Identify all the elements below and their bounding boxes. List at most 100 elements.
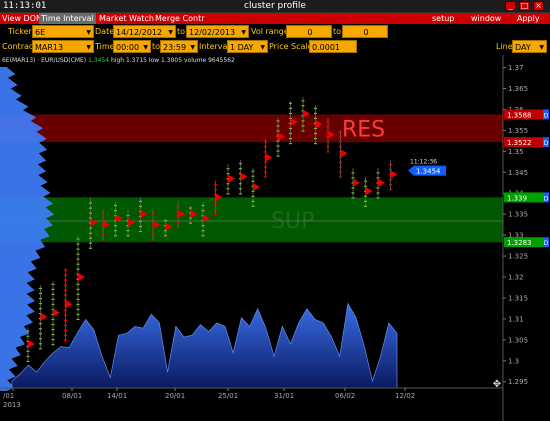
cluster-cell bbox=[376, 177, 380, 179]
cluster-cell bbox=[326, 126, 330, 128]
cluster-cell bbox=[39, 292, 42, 295]
cluster-cell bbox=[176, 206, 180, 208]
cluster-cell bbox=[26, 350, 30, 352]
cluster-cell bbox=[76, 258, 80, 260]
cluster-cell bbox=[364, 180, 367, 182]
cluster-cell bbox=[226, 193, 230, 195]
cluster-cell bbox=[214, 209, 217, 211]
price-tick-label: 1.31 bbox=[508, 315, 524, 323]
menu-merge-contr[interactable]: Merge Contr bbox=[153, 13, 207, 24]
vol-from-value: 0 bbox=[307, 28, 313, 37]
cluster-cell bbox=[226, 173, 230, 175]
pricescale-input[interactable]: 0.0001 bbox=[309, 40, 357, 53]
cluster-cell bbox=[39, 307, 42, 310]
cluster-cell bbox=[339, 131, 342, 133]
maximize-button[interactable]: □ bbox=[519, 1, 530, 11]
cluster-cell bbox=[51, 328, 55, 331]
cluster-cell bbox=[89, 212, 92, 214]
last-price-text: 1.3454 bbox=[88, 57, 110, 64]
chevron-down-icon: ▼ bbox=[190, 44, 195, 51]
cluster-cell bbox=[351, 177, 355, 179]
cluster-cell bbox=[89, 217, 92, 219]
line-select[interactable]: DAY ▼ bbox=[512, 40, 547, 53]
cluster-cell bbox=[126, 215, 130, 217]
menu-setup[interactable]: setup bbox=[430, 13, 456, 24]
cluster-cell bbox=[314, 132, 317, 135]
cluster-cell bbox=[51, 344, 55, 346]
cluster-cell bbox=[289, 137, 292, 140]
menu-time-interval[interactable]: Time Interval bbox=[39, 13, 96, 24]
time-from-value: 00:00 bbox=[116, 43, 140, 52]
vol-from-input[interactable]: 0 bbox=[286, 25, 332, 38]
poc-marker bbox=[53, 308, 60, 317]
cluster-cell bbox=[264, 171, 267, 173]
cluster-cell bbox=[39, 287, 42, 290]
cluster-cell bbox=[76, 238, 80, 240]
cluster-cell bbox=[214, 214, 217, 216]
cluster-cell bbox=[351, 197, 355, 199]
cluster-cell bbox=[51, 338, 55, 341]
title-bar: 11:13:01 cluster profile _ □ × bbox=[0, 0, 550, 13]
price-tag-d-label: D bbox=[544, 195, 549, 202]
ticker-select[interactable]: 6E ▼ bbox=[32, 25, 94, 38]
cluster-cell bbox=[64, 319, 67, 321]
ticker-label: Ticker bbox=[8, 27, 32, 36]
cluster-cell bbox=[289, 102, 292, 104]
cluster-cell bbox=[264, 166, 267, 168]
poc-marker bbox=[228, 174, 235, 183]
interval-select[interactable]: 1 DAY ▼ bbox=[227, 40, 268, 53]
cluster-cell bbox=[51, 288, 55, 290]
close-button[interactable]: × bbox=[533, 1, 544, 11]
vol-to-input[interactable]: 0 bbox=[342, 25, 388, 38]
cluster-cell bbox=[76, 253, 80, 255]
volrange-label: Vol range bbox=[251, 27, 289, 36]
price-tag-label: 1.3283 bbox=[507, 239, 532, 247]
time-from-field[interactable]: 00:00 ▼ bbox=[113, 40, 151, 53]
chevron-down-icon: ▼ bbox=[86, 44, 91, 51]
cluster-cell bbox=[101, 234, 105, 236]
cluster-cell bbox=[189, 207, 192, 209]
menu-apply[interactable]: Apply bbox=[515, 13, 542, 24]
cluster-cell bbox=[64, 269, 67, 271]
minimize-button[interactable]: _ bbox=[505, 1, 516, 11]
cluster-cell bbox=[351, 187, 355, 189]
chart-canvas[interactable]: RESSUP1.371.3651.361.3551.351.3451.341.3… bbox=[0, 55, 550, 421]
cluster-cell bbox=[64, 334, 67, 337]
cluster-cell bbox=[76, 308, 80, 311]
cluster-cell bbox=[39, 323, 42, 325]
cluster-cell bbox=[101, 219, 105, 221]
cluster-cell bbox=[76, 248, 80, 250]
cluster-cell bbox=[276, 120, 280, 122]
cluster-cell bbox=[264, 176, 267, 178]
cluster-chart[interactable]: RESSUP1.371.3651.361.3551.351.3451.341.3… bbox=[0, 55, 550, 421]
cluster-cell bbox=[351, 192, 355, 194]
cluster-cell bbox=[76, 298, 80, 300]
date-to-field[interactable]: 12/02/2013 ▼ bbox=[186, 25, 249, 38]
menu-market-watch[interactable]: Market Watch bbox=[97, 13, 156, 24]
cluster-cell bbox=[314, 142, 317, 145]
zone-label-res: RES bbox=[342, 117, 385, 142]
poc-marker bbox=[265, 153, 273, 162]
cluster-cell bbox=[76, 318, 80, 321]
menu-bar: View DOM Time Interval Market Watch Merg… bbox=[0, 13, 550, 24]
cluster-cell bbox=[151, 239, 155, 241]
poc-marker bbox=[365, 187, 373, 196]
price-tick-label: 1.37 bbox=[508, 64, 524, 72]
form-row-1: Ticker 6E ▼ Date 14/12/2012 ▼ to 12/02/201… bbox=[0, 24, 550, 40]
time-to-value: 23:59 bbox=[163, 43, 187, 52]
cluster-cell bbox=[389, 184, 392, 186]
volume-text: volume 9645562 bbox=[183, 57, 235, 64]
ticker-value: 6E bbox=[35, 28, 46, 37]
cluster-cell bbox=[114, 204, 117, 207]
cluster-cell bbox=[51, 318, 55, 321]
cluster-cell bbox=[251, 170, 255, 172]
menu-window[interactable]: window bbox=[469, 13, 503, 24]
date-tick-label: 14/01 bbox=[107, 392, 127, 400]
date-from-field[interactable]: 14/12/2012 ▼ bbox=[113, 25, 176, 38]
time-to-field[interactable]: 23:59 ▼ bbox=[160, 40, 198, 53]
cluster-cell bbox=[26, 335, 30, 337]
cluster-cell bbox=[76, 303, 80, 306]
contract-select[interactable]: MAR13 ▼ bbox=[32, 40, 94, 53]
cluster-cell bbox=[289, 142, 292, 145]
cluster-cell bbox=[39, 302, 42, 305]
